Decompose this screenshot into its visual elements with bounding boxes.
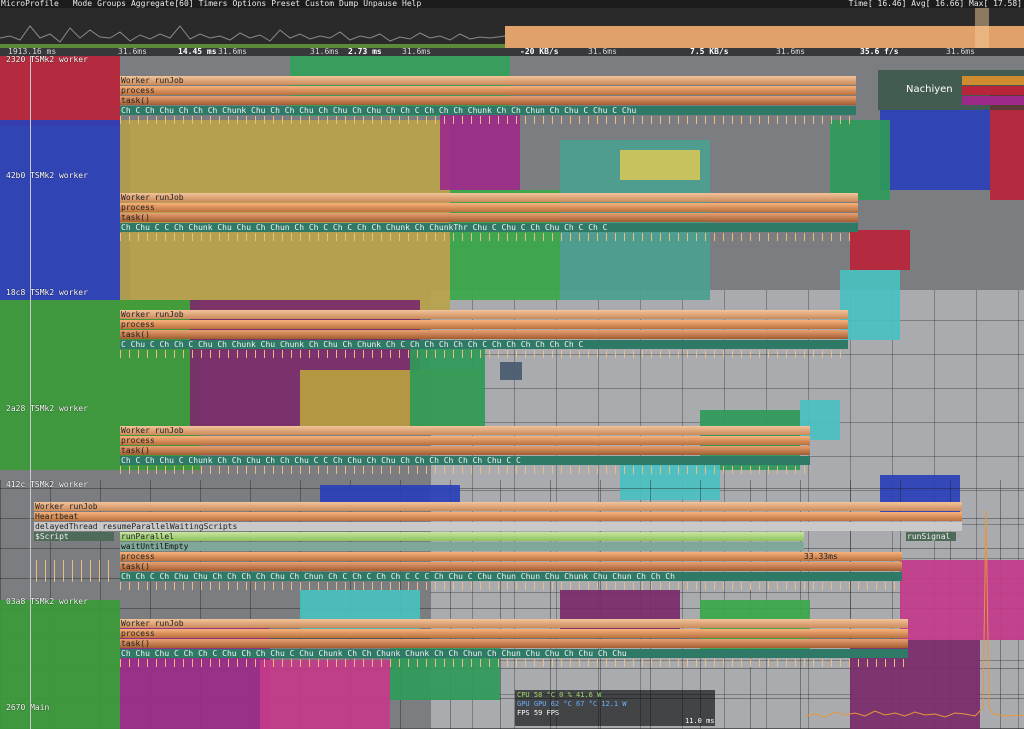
thread-label[interactable]: 42b0 TSMk2 worker (6, 172, 88, 180)
selected-range-graph (505, 26, 1024, 48)
timer-worker-runjob[interactable]: Worker runJob (120, 619, 908, 628)
timer-process[interactable]: process (120, 320, 848, 329)
frame-time-stats: Time[ 16.46] Avg[ 16.66] Max[ 17.58] (848, 0, 1022, 8)
timer-chunks[interactable]: Ch Chu C C Ch Chunk Chu Chu Ch Chun Ch C… (120, 223, 858, 232)
timer-chunks[interactable]: Ch C Ch Chu C Chunk Ch Ch Chu Ch Ch Chu … (120, 456, 810, 465)
hud-frame-time: 11.0 ms (685, 717, 715, 725)
timer-task[interactable]: task() (120, 639, 908, 648)
timer-wait-until-empty[interactable]: waitUntilEmpty (120, 542, 804, 551)
timer-task[interactable]: task() (120, 446, 810, 455)
timescale-label: 31.6ms (310, 47, 339, 56)
timer-chunks[interactable]: Ch Chu Chu C Ch Ch C Chu Ch Ch Chu C Chu… (120, 649, 908, 658)
menu-aggregate[interactable]: Aggregate[60] (131, 0, 194, 8)
timer-worker-runjob[interactable]: Worker runJob (120, 310, 848, 319)
timer-worker-runjob[interactable]: Worker runJob (120, 426, 810, 435)
player-name: Nachiyen (906, 84, 953, 95)
timescale-label: 31.6ms (776, 47, 805, 56)
timer-ticks (120, 466, 810, 474)
timer-worker-runjob[interactable]: Worker runJob (120, 193, 858, 202)
performance-hud: CPU 58 °C 0 % 41.6 W GPU GPU 62 °C 67 °C… (515, 690, 715, 726)
timer-ticks (120, 233, 858, 241)
timescale-label: 14.45 ms (178, 47, 217, 56)
timer-ticks (120, 116, 856, 124)
timer-ticks (120, 350, 848, 358)
hud-gpu: GPU GPU 62 °C 67 °C 12.1 W (517, 700, 627, 708)
thread-label[interactable]: 412c TSMk2 worker (6, 481, 88, 489)
timer-process[interactable]: process (120, 203, 858, 212)
menu-options[interactable]: Options (233, 0, 267, 8)
timer-process[interactable]: process (120, 86, 856, 95)
menu-bar: MicroProfile Mode Groups Aggregate[60] Timer… (0, 0, 1024, 8)
graph-cursor (975, 8, 989, 48)
timer-task[interactable]: task() (120, 562, 902, 571)
menu-groups[interactable]: Groups (97, 0, 126, 8)
timer-ticks (120, 582, 902, 590)
hud-fps: FPS 59 FPS (517, 709, 560, 717)
timer-duration: 33.33ms (804, 552, 838, 561)
timescale-label: 31.6ms (402, 47, 431, 56)
timer-process[interactable]: process 33.33ms (120, 552, 902, 561)
timer-worker-runjob[interactable]: Worker runJob (120, 76, 856, 85)
menu-help[interactable]: Help (402, 0, 421, 8)
menu-mode[interactable]: Mode (73, 0, 92, 8)
timer-process[interactable]: process (120, 629, 908, 638)
timer-worker-runjob[interactable]: Worker runJob (34, 502, 962, 511)
frame-graph[interactable] (0, 8, 1024, 48)
timer-chunks[interactable]: C Chu C Ch Ch C Chu Ch Chunk Chu Chunk C… (120, 340, 848, 349)
menu-unpause[interactable]: Unpause (363, 0, 397, 8)
timescale-label: 7.5 KB/s (690, 47, 729, 56)
timer-task[interactable]: task() (120, 96, 856, 105)
timer-ticks (36, 560, 112, 582)
timer-script[interactable]: $Script (34, 532, 114, 541)
thread-label[interactable]: 18c8 TSMk2 worker (6, 289, 88, 297)
timer-task[interactable]: task() (120, 330, 848, 339)
timer-chunks[interactable]: Ch C Ch Chu Ch Ch Ch Chunk Chu Ch Ch Chu… (120, 106, 856, 115)
timescale-label: 2.73 ms (348, 47, 382, 56)
menu-custom[interactable]: Custom (305, 0, 334, 8)
timer-delayed-thread[interactable]: delayedThread resumeParallelWaitingScrip… (34, 522, 962, 531)
timescale-label: -20 KB/s (520, 47, 559, 56)
player-nameplate: Nachiyen (878, 70, 1024, 110)
menu-timers[interactable]: Timers (199, 0, 228, 8)
thread-label[interactable]: 2670 Main (6, 704, 49, 712)
frame-history-graph (0, 25, 505, 48)
menu-dump[interactable]: Dump (339, 0, 358, 8)
time-scale: 1913.16 ms 31.6ms 14.45 ms 31.6ms 2.73 m… (0, 48, 1024, 56)
thread-label[interactable]: 2a28 TSMk2 worker (6, 405, 88, 413)
app-title: MicroProfile (1, 0, 59, 8)
hud-cpu: CPU 58 °C 0 % 41.6 W (517, 691, 602, 699)
timer-chunks[interactable]: Ch Ch C Ch Chu Chu Ch Ch Ch Ch Chu Ch Ch… (120, 572, 902, 581)
timer-process-label: process (121, 552, 155, 561)
timer-task[interactable]: task() (120, 213, 858, 222)
thread-label[interactable]: 2320 TSMk2 worker (6, 56, 88, 64)
timescale-label: 31.6ms (946, 47, 975, 56)
timer-ticks (120, 659, 908, 667)
timer-process[interactable]: process (120, 436, 810, 445)
timescale-label: 31.6ms (588, 47, 617, 56)
thread-label[interactable]: 03a8 TSMk2 worker (6, 598, 88, 606)
timer-run-parallel[interactable]: runParallel (120, 532, 804, 541)
timer-run-signal[interactable]: runSignal (906, 532, 956, 541)
timer-heartbeat[interactable]: Heartbeat (34, 512, 962, 521)
player-avatar (500, 362, 522, 380)
timeline-cursor-line (30, 56, 31, 729)
timescale-label: 31.6ms (218, 47, 247, 56)
timescale-label: 31.6ms (118, 47, 147, 56)
menu-preset[interactable]: Preset (271, 0, 300, 8)
timescale-label: 35.6 f/s (860, 47, 899, 56)
